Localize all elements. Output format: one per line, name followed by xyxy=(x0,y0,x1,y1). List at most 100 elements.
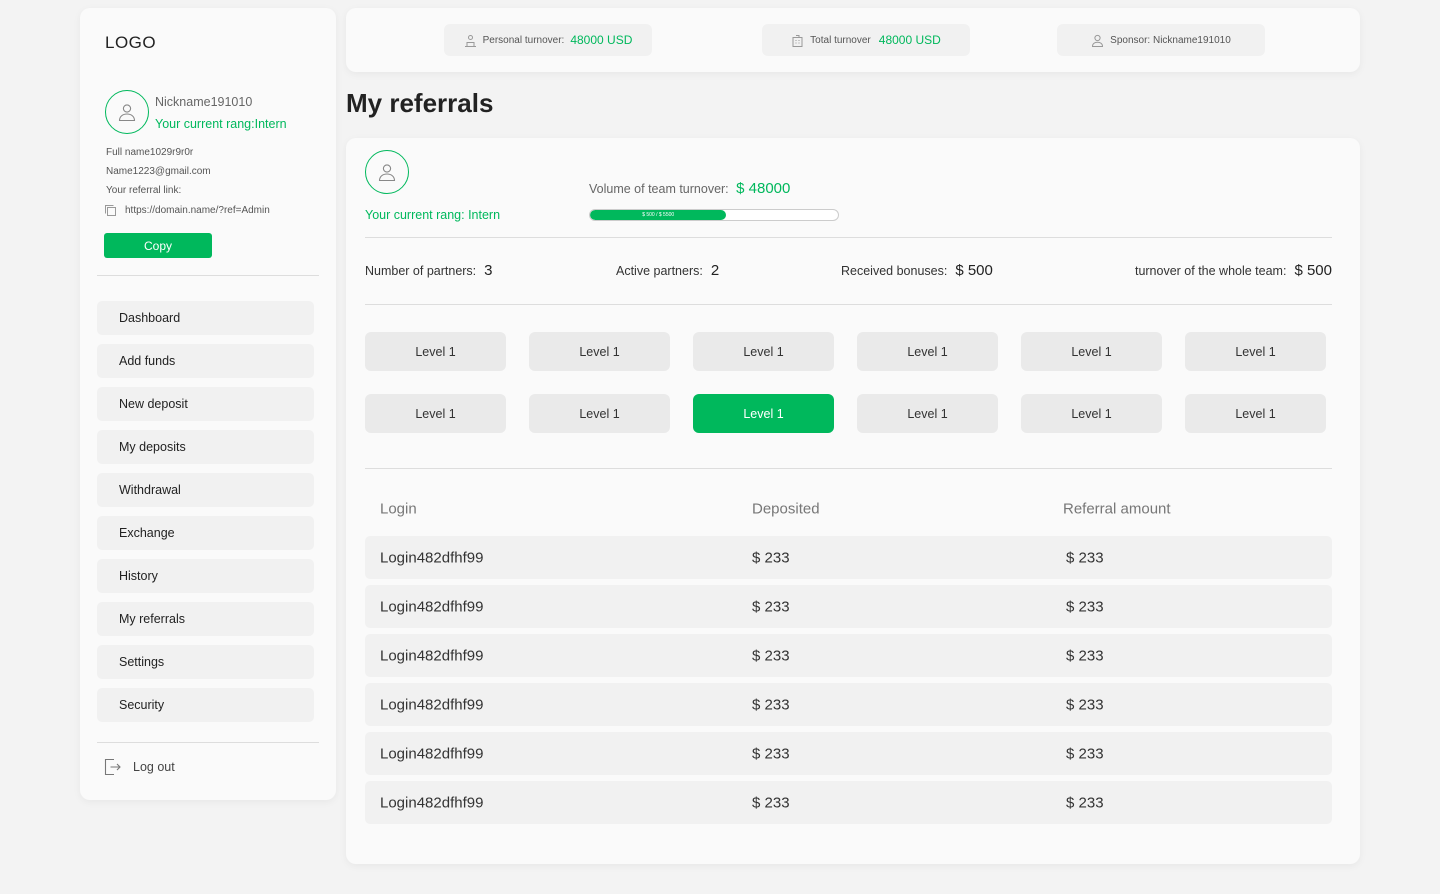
stat-label: turnover of the whole team: xyxy=(1134,264,1287,278)
referrals-table: Login482dfhf99 $ 233 $ 233 Login482dfhf9… xyxy=(365,536,1332,830)
table-row: Login482dfhf99 $ 233 $ 233 xyxy=(365,585,1332,628)
cell-login: Login482dfhf99 xyxy=(380,549,484,566)
level-tab[interactable]: Level 1 xyxy=(529,332,670,371)
stat-team-turnover: turnover of the whole team: $ 500 xyxy=(1135,262,1332,279)
level-tab[interactable]: Level 1 xyxy=(365,394,506,433)
stat-value: 3 xyxy=(484,262,493,279)
table-row: Login482dfhf99 $ 233 $ 233 xyxy=(365,683,1332,726)
sponsor-text: Sponsor: Nickname191010 xyxy=(1110,34,1231,46)
personal-turnover: Personal turnover: 48000 USD xyxy=(444,24,652,56)
user-chart-icon xyxy=(464,34,476,47)
level-tab[interactable]: Level 1 xyxy=(857,332,998,371)
avatar xyxy=(365,150,409,194)
nav-exchange[interactable]: Exchange xyxy=(97,516,314,550)
divider xyxy=(97,742,319,743)
user-icon xyxy=(118,104,136,122)
cell-deposited: $ 233 xyxy=(752,549,790,566)
stat-label: Received bonuses: xyxy=(841,264,948,278)
nav-settings[interactable]: Settings xyxy=(97,645,314,679)
referral-label: Your referral link: xyxy=(106,185,182,196)
team-turnover-label: Volume of team turnover: xyxy=(589,182,729,196)
column-header-referral-amount: Referral amount xyxy=(1063,500,1171,518)
total-turnover-label: Total turnover xyxy=(810,34,871,46)
table-row: Login482dfhf99 $ 233 $ 233 xyxy=(365,634,1332,677)
sidebar-nav: Dashboard Add funds New deposit My depos… xyxy=(97,301,314,731)
cell-login: Login482dfhf99 xyxy=(380,696,484,713)
stat-partners: Number of partners: 3 xyxy=(365,262,493,279)
current-rang: Your current rang:Intern xyxy=(155,117,287,131)
cell-deposited: $ 233 xyxy=(752,696,790,713)
user-icon xyxy=(378,164,396,182)
turnover-progress-bar: $ 500 / $ 5500 xyxy=(589,209,839,221)
personal-turnover-label: Personal turnover: xyxy=(482,34,565,46)
cell-login: Login482dfhf99 xyxy=(380,745,484,762)
cell-deposited: $ 233 xyxy=(752,647,790,664)
nav-add-funds[interactable]: Add funds xyxy=(97,344,314,378)
total-turnover-value: 48000 USD xyxy=(878,33,941,47)
avatar xyxy=(105,90,149,134)
page-title: My referrals xyxy=(346,88,494,118)
level-tab[interactable]: Level 1 xyxy=(857,394,998,433)
sponsor: Sponsor: Nickname191010 xyxy=(1057,24,1265,56)
stat-active-partners: Active partners: 2 xyxy=(616,262,719,279)
cell-login: Login482dfhf99 xyxy=(380,794,484,811)
team-turnover-value: $ 48000 xyxy=(736,180,791,197)
table-row: Login482dfhf99 $ 233 $ 233 xyxy=(365,781,1332,824)
cell-deposited: $ 233 xyxy=(752,745,790,762)
copy-icon[interactable] xyxy=(104,204,117,217)
stat-bonuses: Received bonuses: $ 500 xyxy=(841,262,993,279)
nickname: Nickname191010 xyxy=(155,95,253,109)
referral-link[interactable]: https://domain.name/?ref=Admin xyxy=(104,204,270,217)
full-name: Full name1029r9r0r xyxy=(106,147,194,158)
level-tab[interactable]: Level 1 xyxy=(1021,332,1162,371)
cell-referral-amount: $ 233 xyxy=(1066,696,1104,713)
logout-label: Log out xyxy=(133,760,175,774)
level-tab[interactable]: Level 1 xyxy=(365,332,506,371)
user-icon xyxy=(1092,34,1104,47)
cell-referral-amount: $ 233 xyxy=(1066,647,1104,664)
divider xyxy=(365,468,1332,469)
cell-referral-amount: $ 233 xyxy=(1066,794,1104,811)
current-rang: Your current rang: Intern xyxy=(365,208,501,222)
nav-new-deposit[interactable]: New deposit xyxy=(97,387,314,421)
topbar: Personal turnover: 48000 USD Total turno… xyxy=(346,8,1360,72)
column-header-login: Login xyxy=(380,500,417,518)
stat-value: $ 500 xyxy=(1294,262,1332,279)
table-row: Login482dfhf99 $ 233 $ 233 xyxy=(365,732,1332,775)
level-tab-active[interactable]: Level 1 xyxy=(693,394,834,433)
cell-referral-amount: $ 233 xyxy=(1066,598,1104,615)
personal-turnover-value: 48000 USD xyxy=(570,33,633,47)
stat-value: 2 xyxy=(710,262,720,279)
nav-withdrawal[interactable]: Withdrawal xyxy=(97,473,314,507)
nav-security[interactable]: Security xyxy=(97,688,314,722)
progress-fill: $ 500 / $ 5500 xyxy=(590,210,727,220)
copy-button[interactable]: Copy xyxy=(104,233,212,258)
divider xyxy=(97,275,319,276)
level-tabs: Level 1 Level 1 Level 1 Level 1 Level 1 … xyxy=(365,332,1327,433)
logout-button[interactable]: Log out xyxy=(104,758,175,776)
table-row: Login482dfhf99 $ 233 $ 233 xyxy=(365,536,1332,579)
logout-icon xyxy=(104,758,121,776)
logo: LOGO xyxy=(105,33,157,52)
level-tab[interactable]: Level 1 xyxy=(1021,394,1162,433)
level-tab[interactable]: Level 1 xyxy=(1185,394,1326,433)
nav-my-referrals[interactable]: My referrals xyxy=(97,602,314,636)
nav-my-deposits[interactable]: My deposits xyxy=(97,430,314,464)
cell-deposited: $ 233 xyxy=(752,794,790,811)
total-turnover: Total turnover 48000 USD xyxy=(762,24,970,56)
level-tab[interactable]: Level 1 xyxy=(693,332,834,371)
level-tab[interactable]: Level 1 xyxy=(529,394,670,433)
table-header: Login Deposited Referral amount xyxy=(365,498,1332,520)
referrals-panel: Your current rang: Intern Volume of team… xyxy=(346,138,1360,864)
divider xyxy=(365,237,1332,238)
nav-history[interactable]: History xyxy=(97,559,314,593)
cell-login: Login482dfhf99 xyxy=(380,647,484,664)
stat-value: $ 500 xyxy=(955,262,993,279)
cell-deposited: $ 233 xyxy=(752,598,790,615)
cell-referral-amount: $ 233 xyxy=(1066,745,1104,762)
stat-label: Number of partners: xyxy=(365,264,477,278)
stat-label: Active partners: xyxy=(616,264,703,278)
level-tab[interactable]: Level 1 xyxy=(1185,332,1326,371)
sidebar: LOGO Nickname191010 Your current rang:In… xyxy=(80,8,336,800)
nav-dashboard[interactable]: Dashboard xyxy=(97,301,314,335)
